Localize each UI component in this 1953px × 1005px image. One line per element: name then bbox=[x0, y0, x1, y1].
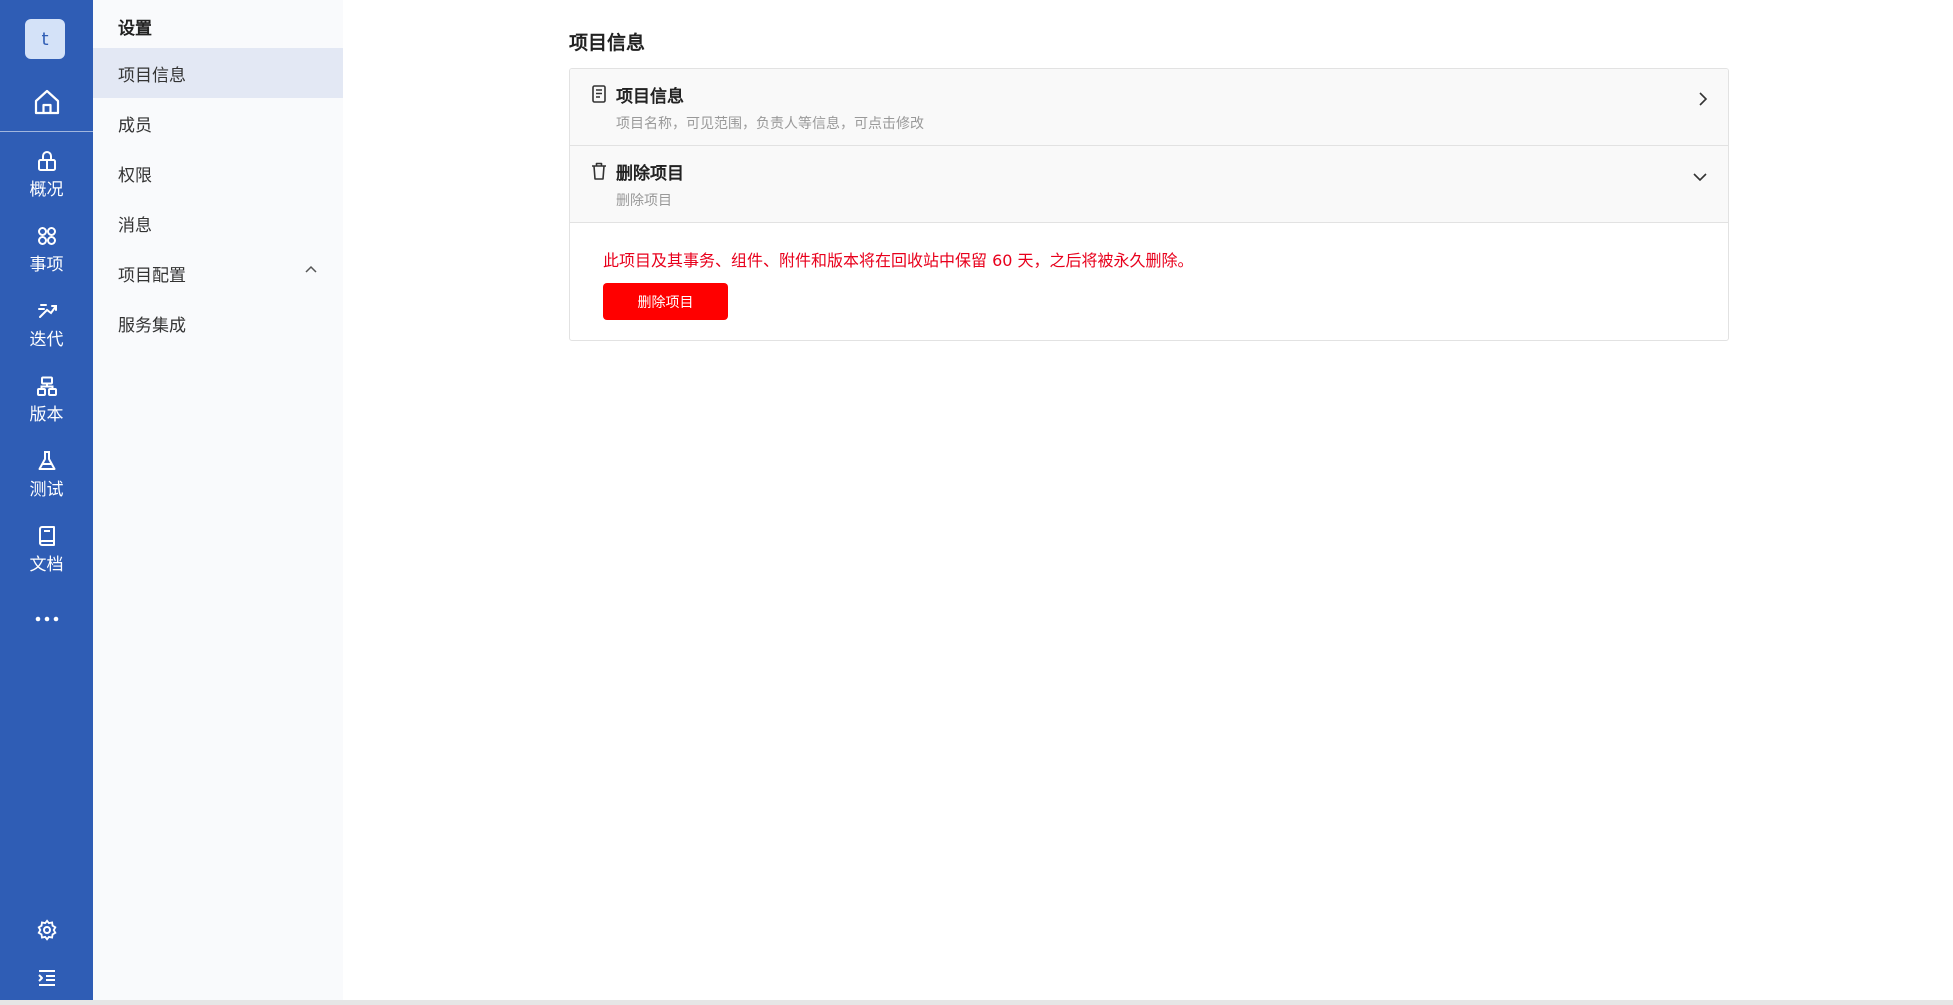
delete-project-desc: 删除项目 bbox=[616, 193, 672, 209]
chevron-up-icon[interactable] bbox=[305, 265, 317, 273]
sidebar-item-label: 消息 bbox=[118, 215, 152, 236]
home-icon bbox=[34, 89, 59, 115]
more-button[interactable] bbox=[0, 604, 93, 634]
collapse-rail-button[interactable] bbox=[0, 958, 93, 998]
project-info-row[interactable]: 项目信息 项目名称，可见范围，负责人等信息，可点击修改 bbox=[570, 69, 1728, 146]
page-title: 项目信息 bbox=[569, 32, 646, 54]
sidebar-item-label: 服务集成 bbox=[118, 315, 186, 336]
rail-item-workitems[interactable]: 事项 bbox=[0, 217, 93, 283]
overview-icon bbox=[37, 151, 56, 171]
workitem-icon bbox=[37, 227, 56, 245]
rail-item-overview[interactable]: 概况 bbox=[0, 142, 93, 208]
version-icon bbox=[36, 376, 57, 396]
sidebar-item-project-config[interactable]: 项目配置 bbox=[93, 248, 343, 298]
settings-button[interactable] bbox=[0, 910, 93, 950]
sprint-icon bbox=[37, 304, 57, 318]
main-content: 项目信息 项目信息 项目名称，可见范围，负责人等信息，可点击修改 删除项目 删除… bbox=[343, 0, 1953, 1000]
trash-icon bbox=[591, 162, 607, 180]
delete-project-button[interactable]: 删除项目 bbox=[603, 283, 728, 320]
chevron-right-icon[interactable] bbox=[1698, 91, 1708, 107]
gear-icon bbox=[37, 919, 57, 941]
window-bottom-edge bbox=[0, 1000, 1953, 1005]
project-info-desc: 项目名称，可见范围，负责人等信息，可点击修改 bbox=[616, 116, 924, 132]
settings-card: 项目信息 项目名称，可见范围，负责人等信息，可点击修改 删除项目 删除项目 此项… bbox=[569, 68, 1729, 341]
rail-item-label: 事项 bbox=[29, 255, 64, 275]
sidebar-item-project-info[interactable]: 项目信息 bbox=[93, 48, 343, 98]
rail-item-label: 迭代 bbox=[29, 330, 64, 350]
rail-item-label: 文档 bbox=[29, 555, 64, 575]
sidebar-item-messages[interactable]: 消息 bbox=[93, 198, 343, 248]
home-button[interactable] bbox=[0, 74, 93, 130]
sidebar-item-permissions[interactable]: 权限 bbox=[93, 148, 343, 198]
sidebar-item-label: 项目配置 bbox=[118, 265, 186, 286]
rail-item-label: 概况 bbox=[29, 180, 64, 200]
sidebar-item-label: 权限 bbox=[118, 165, 152, 186]
doc-icon bbox=[38, 526, 55, 546]
settings-sidebar: 设置 项目信息 成员 权限 消息 项目配置 服务集成 bbox=[93, 0, 343, 1000]
document-icon bbox=[591, 85, 607, 103]
sidebar-item-members[interactable]: 成员 bbox=[93, 98, 343, 148]
delete-project-row[interactable]: 删除项目 删除项目 bbox=[570, 146, 1728, 223]
delete-warning-text: 此项目及其事务、组件、附件和版本将在回收站中保留 60 天，之后将被永久删除。 bbox=[603, 251, 1194, 270]
chevron-down-icon[interactable] bbox=[1692, 172, 1708, 182]
delete-project-title: 删除项目 bbox=[616, 164, 684, 184]
left-rail: t 概况 事项 迭代 版本 测试 文档 bbox=[0, 0, 93, 1000]
rail-item-docs[interactable]: 文档 bbox=[0, 517, 93, 583]
delete-project-panel: 此项目及其事务、组件、附件和版本将在回收站中保留 60 天，之后将被永久删除。 … bbox=[570, 223, 1728, 340]
sidebar-title: 设置 bbox=[118, 19, 152, 39]
sidebar-item-label: 成员 bbox=[118, 115, 152, 136]
sidebar-item-label: 项目信息 bbox=[118, 65, 186, 86]
indent-icon bbox=[37, 970, 55, 986]
rail-item-versions[interactable]: 版本 bbox=[0, 367, 93, 433]
project-info-title: 项目信息 bbox=[616, 87, 684, 107]
app-window: t 概况 事项 迭代 版本 测试 文档 设置 项目信息 成员 权限 消息 项目配… bbox=[0, 0, 1953, 1000]
rail-item-testing[interactable]: 测试 bbox=[0, 442, 93, 508]
project-avatar[interactable]: t bbox=[25, 19, 65, 59]
rail-item-label: 版本 bbox=[29, 405, 64, 425]
rail-item-label: 测试 bbox=[29, 480, 64, 500]
rail-divider bbox=[0, 131, 93, 132]
more-icon bbox=[35, 616, 58, 622]
sidebar-item-integrations[interactable]: 服务集成 bbox=[93, 298, 343, 348]
test-icon bbox=[38, 451, 55, 470]
rail-item-sprints[interactable]: 迭代 bbox=[0, 292, 93, 358]
